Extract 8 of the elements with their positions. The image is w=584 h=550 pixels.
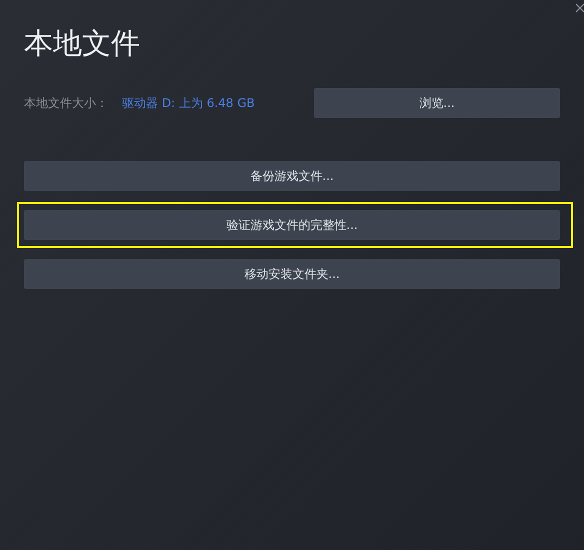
size-value: 驱动器 D: 上为 6.48 GB (122, 94, 255, 112)
action-button[interactable]: 备份游戏文件... (24, 161, 560, 191)
browse-button[interactable]: 浏览... (314, 88, 560, 118)
window-title: 本地文件 (24, 26, 141, 60)
action-button[interactable]: 验证游戏文件的完整性... (24, 210, 560, 240)
close-icon[interactable] (576, 3, 584, 13)
size-label: 本地文件大小： (24, 94, 109, 112)
action-button[interactable]: 移动安装文件夹... (24, 259, 560, 289)
